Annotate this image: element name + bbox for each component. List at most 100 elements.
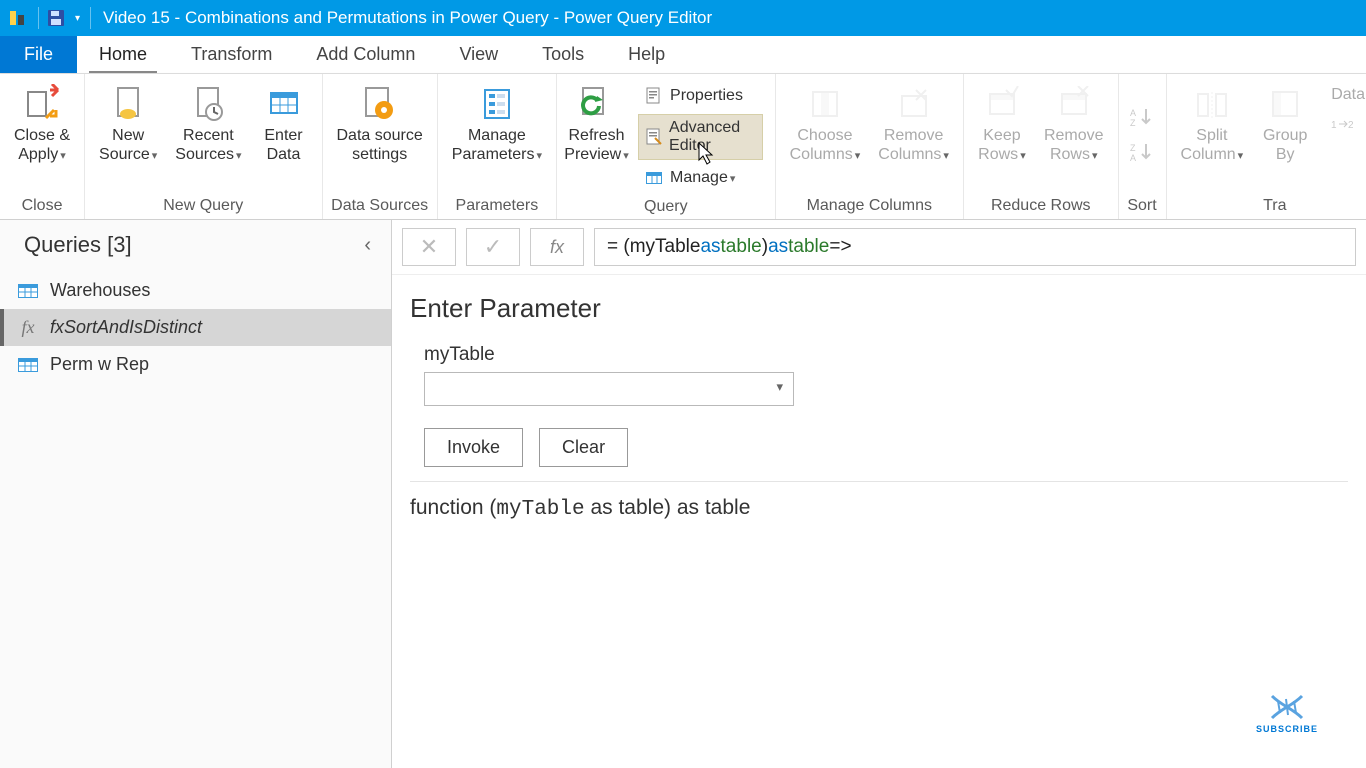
separator [38, 7, 39, 29]
parameter-dropdown[interactable] [424, 372, 794, 406]
tab-view[interactable]: View [437, 36, 520, 73]
new-source-icon [108, 84, 148, 124]
app-icon [6, 7, 28, 29]
new-source-button[interactable]: New Source [93, 78, 163, 164]
ribbon-group-manage-columns: Choose Columns Remove Columns Manage Col… [776, 74, 964, 219]
ribbon-group-parameters: Manage Parameters Parameters [438, 74, 557, 219]
close-apply-label: Close & Apply [14, 126, 70, 164]
refresh-preview-button[interactable]: Refresh Preview [565, 78, 628, 164]
gear-icon [360, 84, 400, 124]
separator [90, 7, 91, 29]
group-label-parameters: Parameters [446, 195, 548, 217]
manage-query-label: Manage [670, 169, 735, 187]
group-label-transform: Tra [1175, 195, 1366, 217]
queries-list: Warehouses fx fxSortAndIsDistinct Perm w… [0, 266, 391, 389]
group-label-query: Query [565, 196, 767, 218]
manage-parameters-label: Manage Parameters [452, 126, 542, 164]
group-label-sort: Sort [1127, 195, 1158, 217]
manage-parameters-button[interactable]: Manage Parameters [446, 78, 548, 164]
watermark: SUBSCRIBE [1256, 692, 1318, 734]
remove-columns-button[interactable]: Remove Columns [872, 78, 955, 164]
close-apply-icon [22, 84, 62, 124]
dna-icon [1268, 692, 1306, 722]
table-icon [18, 357, 38, 373]
ribbon-group-close: Close & Apply Close [0, 74, 85, 219]
data-type-button[interactable]: Data [1325, 82, 1366, 108]
choose-columns-button[interactable]: Choose Columns [784, 78, 867, 164]
function-icon: fx [18, 320, 38, 336]
recent-sources-label: Recent Sources [175, 126, 241, 164]
tab-tools[interactable]: Tools [520, 36, 606, 73]
formula-input[interactable]: = (myTable as table) as table => [594, 228, 1356, 266]
group-label-manage-columns: Manage Columns [784, 195, 955, 217]
table-icon [18, 283, 38, 299]
recent-sources-button[interactable]: Recent Sources [169, 78, 247, 164]
remove-rows-button[interactable]: Remove Rows [1038, 78, 1110, 164]
save-icon[interactable] [45, 7, 67, 29]
parameters-icon [477, 84, 517, 124]
queries-pane-title: Queries [3] [24, 232, 132, 258]
enter-data-icon [264, 84, 304, 124]
qat-dropdown-icon[interactable]: ▾ [75, 13, 80, 24]
tab-help[interactable]: Help [606, 36, 687, 73]
cancel-formula-button[interactable]: ✕ [402, 228, 456, 266]
transform-side: Data 12 [1321, 78, 1366, 140]
manage-query-button[interactable]: Manage [638, 164, 763, 192]
group-by-button[interactable]: Group By [1255, 78, 1315, 164]
ribbon-group-sort: AZ ZA Sort [1119, 74, 1167, 219]
ribbon-group-new-query: New Source Recent Sources Enter Data New… [85, 74, 322, 219]
divider [410, 481, 1348, 482]
remove-rows-icon [1054, 84, 1094, 124]
data-source-settings-button[interactable]: Data source settings [331, 78, 429, 164]
ribbon-group-data-sources: Data source settings Data Sources [323, 74, 438, 219]
sort-asc-icon[interactable]: AZ [1130, 107, 1154, 132]
keep-rows-button[interactable]: Keep Rows [972, 78, 1032, 164]
split-column-icon [1192, 84, 1232, 124]
tab-transform[interactable]: Transform [169, 36, 294, 73]
tab-file[interactable]: File [0, 36, 77, 73]
content-area: ✕ ✓ fx = (myTable as table) as table => … [392, 220, 1366, 768]
remove-columns-label: Remove Columns [878, 126, 949, 164]
commit-formula-button[interactable]: ✓ [466, 228, 520, 266]
group-label-new-query: New Query [93, 195, 313, 217]
choose-columns-icon [805, 84, 845, 124]
ribbon-group-reduce-rows: Keep Rows Remove Rows Reduce Rows [964, 74, 1119, 219]
advanced-editor-button[interactable]: Advanced Editor [638, 114, 763, 160]
keep-rows-icon [982, 84, 1022, 124]
replace-values-icon[interactable]: 12 [1325, 112, 1366, 136]
group-by-label: Group By [1263, 126, 1307, 164]
data-source-settings-label: Data source settings [337, 126, 423, 164]
function-signature: function (myTable as table) as table [410, 496, 1348, 521]
collapse-pane-icon[interactable]: ‹ [364, 234, 371, 257]
fx-button[interactable]: fx [530, 228, 584, 266]
properties-button[interactable]: Properties [638, 82, 763, 110]
query-item-fxsortandisdistinct[interactable]: fx fxSortAndIsDistinct [0, 309, 391, 346]
tab-home[interactable]: Home [77, 36, 169, 73]
query-item-warehouses[interactable]: Warehouses [0, 272, 391, 309]
enter-data-label: Enter Data [264, 126, 302, 164]
svg-text:2: 2 [1348, 120, 1353, 131]
clear-button[interactable]: Clear [539, 428, 628, 467]
titlebar: ▾ Video 15 - Combinations and Permutatio… [0, 0, 1366, 36]
svg-text:1: 1 [1331, 120, 1337, 131]
query-item-label: Warehouses [50, 280, 150, 301]
queries-pane: Queries [3] ‹ Warehouses fx fxSortAndIsD… [0, 220, 392, 768]
query-item-perm-w-rep[interactable]: Perm w Rep [0, 346, 391, 383]
query-side-list: Properties Advanced Editor Manage [634, 78, 767, 196]
invoke-button[interactable]: Invoke [424, 428, 523, 467]
keep-rows-label: Keep Rows [978, 126, 1026, 164]
remove-columns-icon [894, 84, 934, 124]
refresh-icon [577, 84, 617, 124]
svg-text:A: A [1130, 153, 1136, 162]
refresh-preview-label: Refresh Preview [564, 126, 628, 164]
enter-data-button[interactable]: Enter Data [254, 78, 314, 164]
split-column-button[interactable]: Split Column [1175, 78, 1250, 164]
enter-parameter-heading: Enter Parameter [410, 293, 1348, 324]
watermark-label: SUBSCRIBE [1256, 724, 1318, 734]
query-item-label: Perm w Rep [50, 354, 149, 375]
sort-desc-icon[interactable]: ZA [1130, 142, 1154, 167]
close-apply-button[interactable]: Close & Apply [8, 78, 76, 164]
group-label-reduce-rows: Reduce Rows [972, 195, 1110, 217]
tab-add-column[interactable]: Add Column [294, 36, 437, 73]
choose-columns-label: Choose Columns [790, 126, 861, 164]
